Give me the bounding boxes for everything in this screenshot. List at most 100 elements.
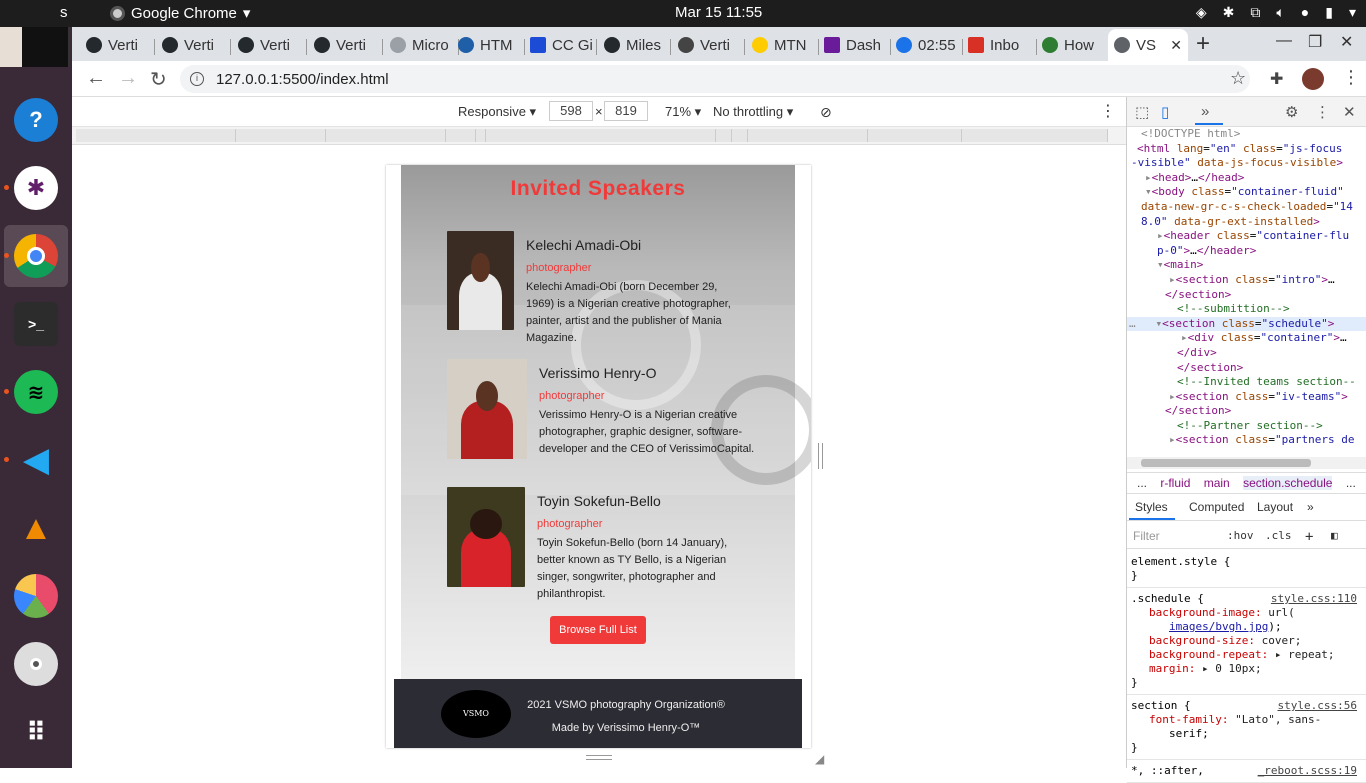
power-menu-icon[interactable]: ▾: [1349, 4, 1356, 21]
clock[interactable]: Mar 15 11:55: [675, 4, 762, 21]
settings-icon[interactable]: ⚙: [1285, 103, 1298, 121]
rule-source-link[interactable]: style.css:110: [1271, 592, 1357, 606]
site-info-icon[interactable]: i: [190, 72, 204, 86]
app-grid-icon[interactable]: ⠿: [14, 710, 58, 754]
chrome-dock-icon[interactable]: [14, 234, 58, 278]
tab[interactable]: Verti: [232, 32, 304, 58]
throttling-select[interactable]: No throttling ▾: [713, 104, 793, 120]
disk-usage-icon[interactable]: [14, 574, 58, 618]
filter-input[interactable]: Filter: [1133, 529, 1160, 543]
rule-source-link[interactable]: style.css:56: [1278, 699, 1357, 713]
tab[interactable]: Dash: [818, 32, 888, 58]
resize-handle-bottom[interactable]: [586, 755, 612, 760]
minimize-icon[interactable]: —: [1276, 32, 1292, 50]
browse-full-list-button[interactable]: Browse Full List: [550, 616, 646, 644]
mtn-icon: [752, 37, 768, 53]
tab[interactable]: Verti: [80, 32, 152, 58]
maximize-icon[interactable]: ❐: [1308, 32, 1322, 52]
breadcrumb-item[interactable]: r-fluid: [1160, 476, 1190, 490]
bookmark-star-icon[interactable]: ☆: [1230, 68, 1246, 89]
github-icon: [162, 37, 178, 53]
tab[interactable]: Micro: [384, 32, 456, 58]
github-icon: [86, 37, 102, 53]
zoom-select[interactable]: 71% ▾: [665, 104, 701, 120]
tab[interactable]: Verti: [672, 32, 742, 58]
device-toggle-icon[interactable]: ▯: [1161, 103, 1169, 121]
forward-icon[interactable]: →: [118, 67, 138, 90]
width-input[interactable]: 598: [549, 101, 593, 121]
terminal-icon[interactable]: >_: [14, 302, 58, 346]
resize-handle-right[interactable]: [818, 443, 823, 469]
tab[interactable]: Verti: [308, 32, 380, 58]
slack-tray-icon[interactable]: ✱: [1223, 4, 1235, 21]
rule-source-link[interactable]: _reboot.scss:19: [1258, 764, 1357, 778]
device-more-icon[interactable]: ⋮: [1100, 101, 1116, 121]
hov-toggle[interactable]: :hov: [1227, 529, 1254, 542]
tab[interactable]: Inbo: [962, 32, 1034, 58]
new-rule-icon[interactable]: +: [1305, 529, 1313, 545]
system-tray[interactable]: ◈ ✱ ⧉ 🔈︎ ● ▮ ▾: [1196, 4, 1356, 21]
battery-icon[interactable]: ▮: [1325, 4, 1333, 21]
sidebar-toggle-icon[interactable]: ◧: [1331, 529, 1338, 542]
extensions-icon[interactable]: ✚: [1270, 69, 1283, 89]
rotate-icon[interactable]: ⊘: [820, 104, 832, 121]
back-icon[interactable]: ←: [86, 67, 106, 90]
volume-icon[interactable]: 🔈︎: [1276, 4, 1284, 21]
devtools-menu-icon[interactable]: ⋮: [1315, 103, 1330, 121]
elements-tree[interactable]: <!DOCTYPE html> <html lang="en" class="j…: [1127, 127, 1366, 457]
style-rule[interactable]: *, ::after, _reboot.scss:19: [1127, 760, 1366, 783]
spotify-icon[interactable]: ≋: [14, 370, 58, 414]
resize-handle-corner[interactable]: ◢: [815, 752, 824, 766]
tab-layout[interactable]: Layout: [1257, 500, 1293, 514]
tab[interactable]: CC Gi: [524, 32, 596, 58]
tab-active[interactable]: VS ✕: [1108, 29, 1188, 61]
media-query-ruler[interactable]: [72, 127, 1126, 145]
device-mode-select[interactable]: Responsive ▾: [458, 104, 536, 120]
breadcrumb-item[interactable]: ...: [1346, 476, 1356, 490]
close-devtools-icon[interactable]: ✕: [1343, 103, 1356, 121]
inspect-icon[interactable]: ⬚: [1135, 103, 1149, 121]
tab[interactable]: Miles: [598, 32, 668, 58]
window-thumbnail[interactable]: [0, 27, 70, 67]
tab[interactable]: MTN: [746, 32, 816, 58]
style-rule[interactable]: .schedule { style.css:110 background-ima…: [1127, 588, 1366, 695]
tab[interactable]: 02:55: [890, 32, 960, 58]
running-indicator: [4, 253, 9, 258]
height-input[interactable]: 819: [604, 101, 648, 121]
breadcrumb-item[interactable]: main: [1204, 476, 1230, 490]
avatar[interactable]: [1302, 68, 1324, 90]
elements-horizontal-scrollbar[interactable]: [1127, 457, 1366, 469]
tab[interactable]: How: [1036, 32, 1106, 58]
chrome-menu-icon[interactable]: ⋮: [1342, 67, 1360, 88]
running-indicator: [4, 389, 9, 394]
vscode-icon[interactable]: ◀: [14, 438, 58, 482]
tab[interactable]: HTM: [452, 32, 524, 58]
omnibox[interactable]: i 127.0.0.1:5500/index.html: [180, 65, 1250, 93]
breadcrumb-item[interactable]: ...: [1137, 476, 1147, 490]
tab-computed[interactable]: Computed: [1189, 500, 1244, 514]
network-icon[interactable]: ⧉: [1250, 4, 1260, 21]
close-tab-icon[interactable]: ✕: [1170, 37, 1182, 54]
reload-icon[interactable]: ↻: [150, 67, 167, 92]
vlc-icon[interactable]: ▲: [14, 506, 58, 550]
more-tabs-icon[interactable]: »: [1201, 103, 1209, 120]
chrome-icon: [110, 5, 125, 21]
tab-styles[interactable]: Styles: [1135, 500, 1168, 514]
new-tab-icon[interactable]: +: [1196, 30, 1210, 58]
mic-icon[interactable]: ●: [1301, 4, 1309, 21]
slack-icon[interactable]: ✱: [14, 166, 58, 210]
breadcrumb-item[interactable]: section.schedule: [1243, 476, 1333, 490]
running-indicator: [4, 185, 9, 190]
activities-label[interactable]: s: [60, 4, 68, 21]
notification-icon[interactable]: ◈: [1196, 4, 1207, 21]
help-icon[interactable]: ?: [14, 98, 58, 142]
style-rule[interactable]: section { style.css:56 font-family: "Lat…: [1127, 695, 1366, 760]
cls-toggle[interactable]: .cls: [1265, 529, 1292, 542]
url-text[interactable]: 127.0.0.1:5500/index.html: [216, 71, 389, 88]
tab[interactable]: Verti: [156, 32, 228, 58]
close-window-icon[interactable]: ✕: [1340, 32, 1353, 52]
app-menu[interactable]: Google Chrome ▾: [110, 4, 250, 22]
style-rule[interactable]: element.style { }: [1127, 551, 1366, 588]
disc-icon[interactable]: [14, 642, 58, 686]
tab-more[interactable]: »: [1307, 500, 1314, 514]
